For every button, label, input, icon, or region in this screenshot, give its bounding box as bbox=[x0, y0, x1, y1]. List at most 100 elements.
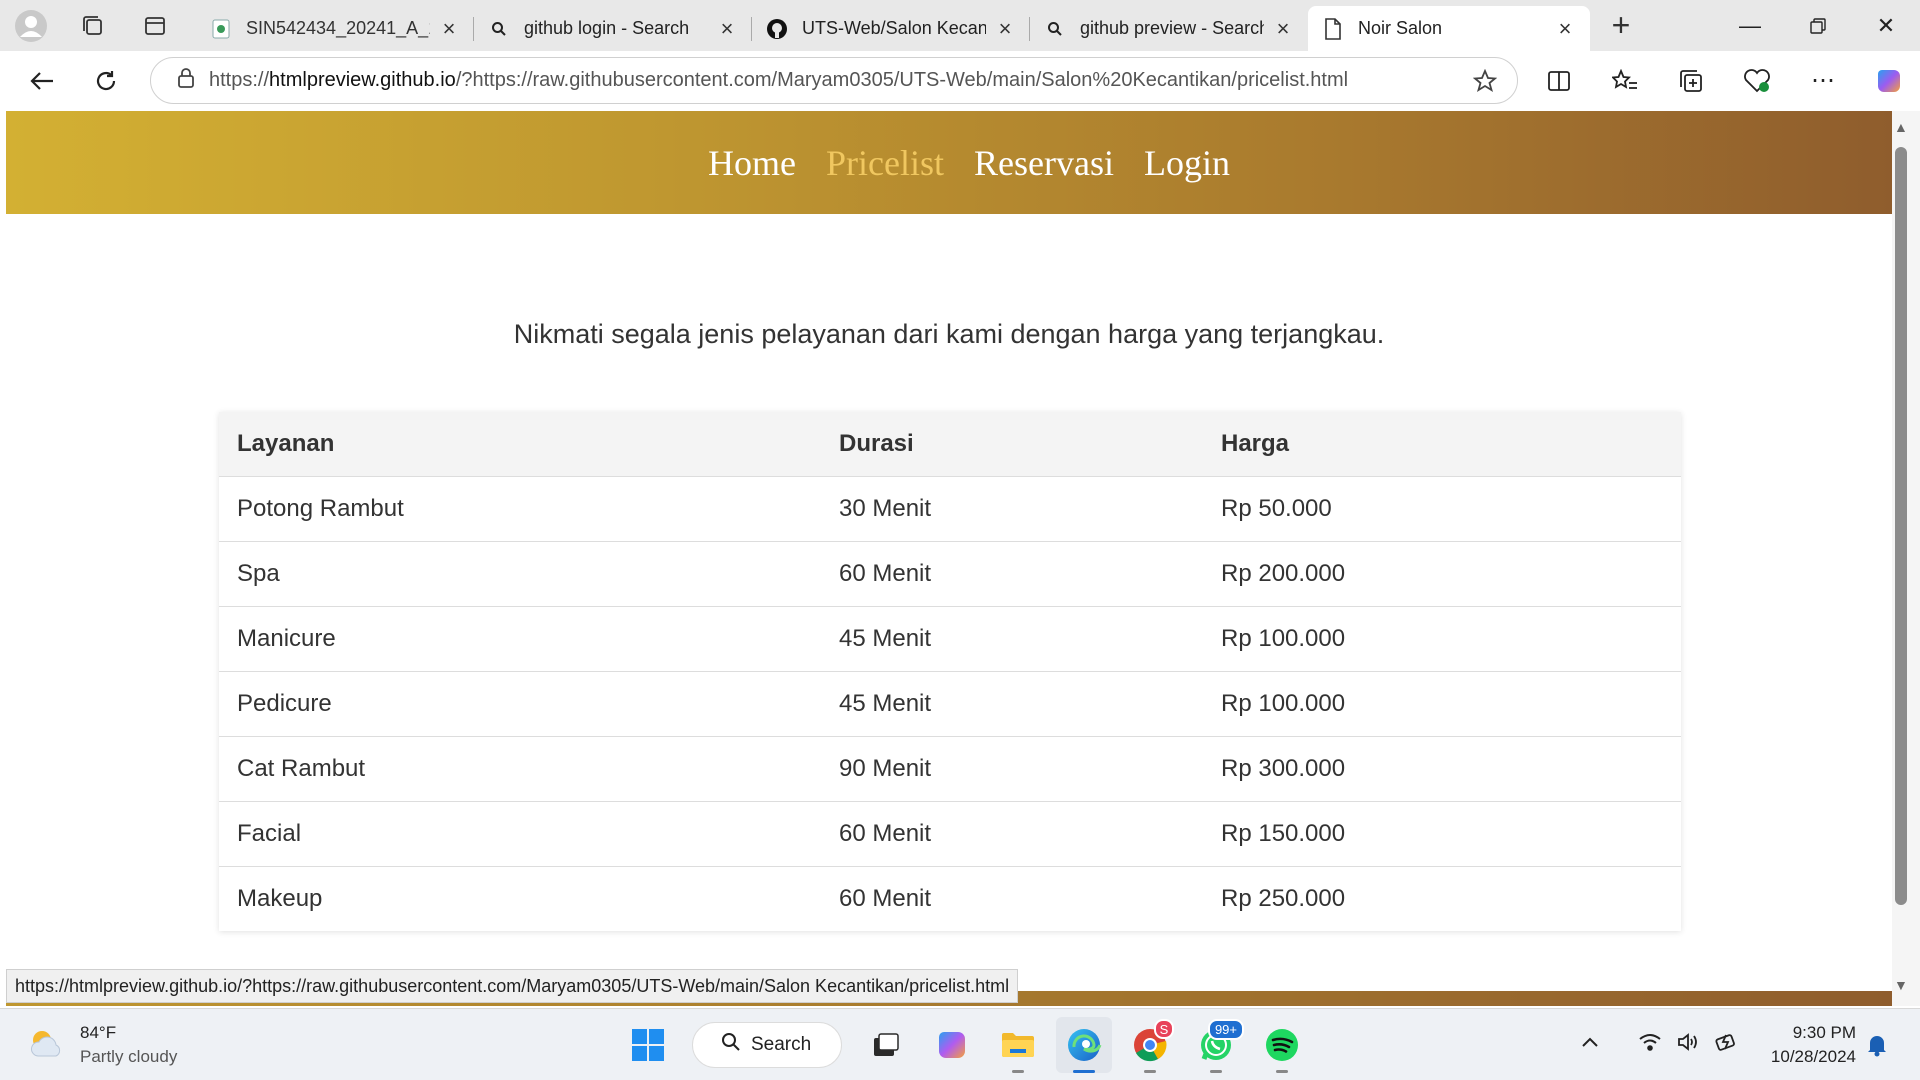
favorites-icon[interactable] bbox=[1592, 51, 1658, 110]
service-duration: 30 Menit bbox=[821, 476, 1203, 542]
lock-icon[interactable] bbox=[177, 67, 195, 94]
close-icon[interactable]: × bbox=[438, 16, 460, 41]
service-price: Rp 300.000 bbox=[1203, 736, 1681, 802]
collections-icon[interactable] bbox=[1658, 51, 1724, 110]
chrome-icon[interactable]: S bbox=[1122, 1017, 1178, 1073]
wifi-icon[interactable] bbox=[1638, 1032, 1662, 1057]
close-icon[interactable]: × bbox=[716, 16, 738, 41]
service-name: Potong Rambut bbox=[219, 476, 821, 542]
nav-login-link[interactable]: Login bbox=[1144, 142, 1230, 184]
service-name: Pedicure bbox=[219, 671, 821, 737]
table-row: Cat Rambut 90 Menit Rp 300.000 bbox=[219, 736, 1681, 802]
table-row: Manicure 45 Menit Rp 100.000 bbox=[219, 606, 1681, 672]
favorite-star-icon[interactable] bbox=[1472, 68, 1498, 98]
browser-essentials-icon[interactable] bbox=[1724, 51, 1790, 110]
page-icon bbox=[1322, 17, 1344, 40]
active-indicator bbox=[1073, 1070, 1095, 1073]
spotify-icon[interactable] bbox=[1254, 1017, 1310, 1073]
table-row: Potong Rambut 30 Menit Rp 50.000 bbox=[219, 476, 1681, 542]
whatsapp-icon[interactable]: 99+ bbox=[1188, 1017, 1244, 1073]
profile-icon[interactable] bbox=[0, 0, 62, 51]
browser-tab-strip: SIN542434_20241_A_14 × github login - Se… bbox=[0, 0, 1920, 51]
github-icon bbox=[766, 18, 788, 40]
doc-green-icon bbox=[210, 18, 232, 40]
price-table: Layanan Durasi Harga Potong Rambut 30 Me… bbox=[219, 412, 1681, 931]
close-icon[interactable]: × bbox=[994, 16, 1016, 41]
tab-actions-icon[interactable] bbox=[124, 0, 186, 51]
battery-charging-icon[interactable] bbox=[1714, 1031, 1740, 1058]
column-header-layanan: Layanan bbox=[219, 412, 821, 477]
close-icon[interactable]: × bbox=[1272, 16, 1294, 41]
tab-title: SIN542434_20241_A_14 bbox=[246, 18, 430, 38]
url-path: /?https://raw.githubusercontent.com/Mary… bbox=[455, 69, 1349, 91]
weather-widget[interactable]: 84°F Partly cloudy bbox=[26, 1021, 177, 1069]
site-nav: Home Pricelist Reservasi Login bbox=[708, 142, 1230, 184]
start-button[interactable] bbox=[620, 1017, 676, 1073]
site-header: Home Pricelist Reservasi Login bbox=[6, 111, 1892, 214]
table-header-row: Layanan Durasi Harga bbox=[219, 412, 1681, 477]
windows-taskbar: 84°F Partly cloudy Search S 99+ 9:30 PM … bbox=[0, 1008, 1920, 1080]
scrollbar-thumb[interactable] bbox=[1895, 147, 1907, 905]
edge-browser-icon[interactable] bbox=[1056, 1017, 1112, 1073]
service-duration: 60 Menit bbox=[821, 541, 1203, 607]
tab-title: Noir Salon bbox=[1358, 18, 1443, 38]
back-icon[interactable] bbox=[10, 51, 74, 110]
weather-temperature: 84°F bbox=[80, 1023, 117, 1042]
service-duration: 45 Menit bbox=[821, 606, 1203, 672]
close-icon[interactable]: × bbox=[1554, 16, 1576, 41]
task-view-icon[interactable] bbox=[858, 1017, 914, 1073]
scroll-up-icon[interactable]: ▲ bbox=[1894, 119, 1908, 135]
copilot-icon[interactable] bbox=[1856, 51, 1920, 110]
tab-doc[interactable]: SIN542434_20241_A_14 × bbox=[196, 7, 474, 50]
tab-github-repo[interactable]: UTS-Web/Salon Kecanti × bbox=[752, 7, 1030, 50]
taskbar-search-label: Search bbox=[751, 1034, 812, 1055]
search-icon bbox=[721, 1032, 741, 1058]
system-tray bbox=[1580, 1019, 1740, 1069]
column-header-harga: Harga bbox=[1203, 412, 1681, 477]
service-duration: 45 Menit bbox=[821, 671, 1203, 737]
partly-cloudy-icon bbox=[26, 1026, 66, 1065]
new-tab-button[interactable]: + bbox=[1590, 0, 1652, 51]
tab-github-login-search[interactable]: github login - Search × bbox=[474, 7, 752, 50]
chrome-profile-badge: S bbox=[1154, 1019, 1174, 1039]
nav-pricelist-link[interactable]: Pricelist bbox=[826, 142, 944, 184]
minimize-icon[interactable]: — bbox=[1716, 0, 1784, 51]
running-indicator bbox=[1210, 1070, 1222, 1073]
intro-text: Nikmati segala jenis pelayanan dari kami… bbox=[513, 319, 1385, 349]
workspaces-icon[interactable] bbox=[62, 0, 124, 51]
page-viewport: Home Pricelist Reservasi Login Nikmati s… bbox=[6, 111, 1892, 1006]
tab-title: UTS-Web/Salon Kecanti bbox=[802, 18, 986, 38]
notification-bell-icon[interactable] bbox=[1866, 1033, 1888, 1062]
search-icon bbox=[488, 18, 510, 40]
taskbar-search[interactable]: Search bbox=[692, 1022, 842, 1068]
service-duration: 90 Menit bbox=[821, 736, 1203, 802]
tab-noir-salon[interactable]: Noir Salon × bbox=[1308, 6, 1590, 51]
address-bar-row: https://htmlpreview.github.io/?https://r… bbox=[0, 51, 1920, 110]
scroll-down-icon[interactable]: ▼ bbox=[1894, 977, 1908, 993]
volume-icon[interactable] bbox=[1676, 1031, 1700, 1058]
file-explorer-icon[interactable] bbox=[990, 1017, 1046, 1073]
url-text: https://htmlpreview.github.io/?https://r… bbox=[209, 69, 1429, 92]
tab-github-preview-search[interactable]: github preview - Search × bbox=[1030, 7, 1308, 50]
url-host: htmlpreview.github.io bbox=[269, 69, 456, 91]
split-screen-icon[interactable] bbox=[1526, 51, 1592, 110]
copilot-app-icon[interactable] bbox=[924, 1017, 980, 1073]
nav-reservasi-link[interactable]: Reservasi bbox=[974, 142, 1114, 184]
clock-time: 9:30 PM bbox=[1792, 1023, 1856, 1042]
service-name: Manicure bbox=[219, 606, 821, 672]
service-price: Rp 100.000 bbox=[1203, 671, 1681, 737]
chevron-up-icon[interactable] bbox=[1580, 1035, 1600, 1054]
close-window-icon[interactable]: ✕ bbox=[1852, 0, 1920, 51]
url-field[interactable]: https://htmlpreview.github.io/?https://r… bbox=[150, 57, 1518, 104]
running-indicator bbox=[1276, 1070, 1288, 1073]
refresh-icon[interactable] bbox=[74, 51, 138, 110]
nav-home-link[interactable]: Home bbox=[708, 142, 796, 184]
clock-date: 10/28/2024 bbox=[1770, 1047, 1856, 1066]
more-options-icon[interactable]: ⋯ bbox=[1790, 51, 1856, 110]
whatsapp-unread-badge: 99+ bbox=[1207, 1019, 1244, 1040]
page-scrollbar[interactable]: ▲ ▼ bbox=[1892, 111, 1920, 1006]
service-name: Cat Rambut bbox=[219, 736, 821, 802]
restore-icon[interactable] bbox=[1784, 0, 1852, 51]
system-clock[interactable]: 9:30 PM 10/28/2024 bbox=[1760, 1021, 1856, 1069]
table-row: Pedicure 45 Menit Rp 100.000 bbox=[219, 671, 1681, 737]
